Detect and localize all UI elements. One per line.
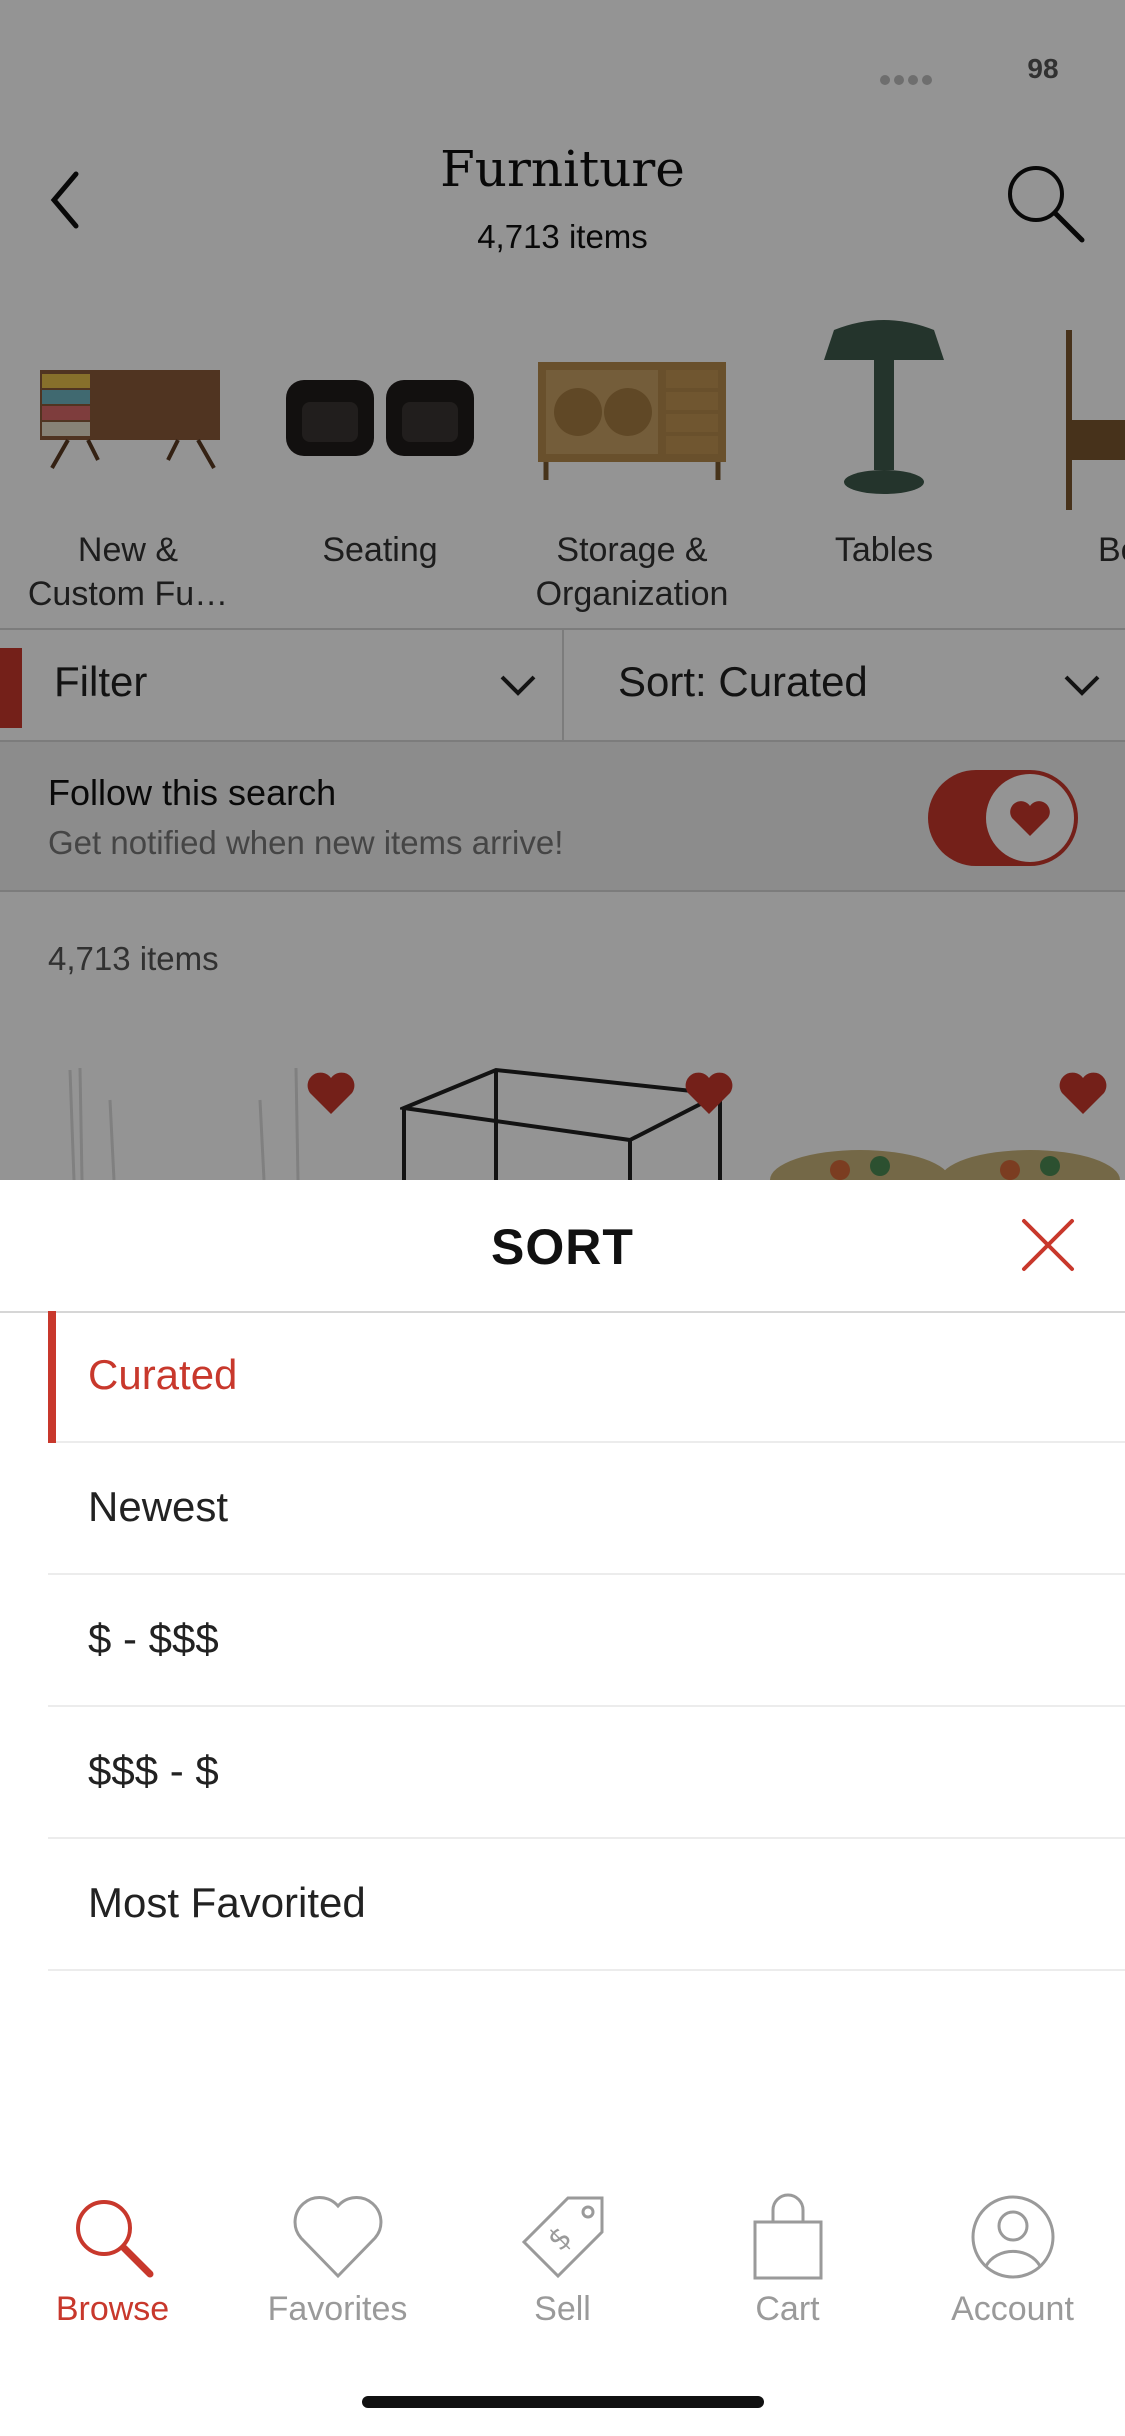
sort-option-label: Curated — [88, 1351, 238, 1398]
tab-label: Sell — [534, 2290, 591, 2328]
sort-option-label: Most Favorited — [88, 1879, 366, 1926]
sort-option-curated[interactable]: Curated — [48, 1311, 1125, 1443]
close-icon[interactable] — [1018, 1215, 1078, 1275]
tab-label: Cart — [755, 2290, 820, 2328]
sort-sheet-title: SORT — [491, 1219, 634, 1275]
price-tag-icon: $ — [521, 2196, 604, 2279]
sort-option-label: $$$ - $ — [88, 1747, 219, 1794]
sort-option-price-low-high[interactable]: $ - $$$ — [48, 1575, 1125, 1707]
bottom-tab-bar: Browse Favorites $ Sell Cart Account — [0, 2180, 1125, 2340]
sort-option-newest[interactable]: Newest — [48, 1443, 1125, 1575]
selected-indicator — [48, 1311, 56, 1443]
sort-option-label: Newest — [88, 1483, 229, 1530]
sort-option-label: $ - $$$ — [88, 1615, 219, 1662]
account-icon — [971, 2195, 1055, 2279]
tab-label: Browse — [55, 2290, 170, 2328]
background-screen: 2:21 98 Furniture 4,713 items New & Cust… — [0, 0, 1125, 1180]
tab-account[interactable]: Account — [900, 2180, 1125, 2340]
tab-cart[interactable]: Cart — [675, 2180, 900, 2340]
modal-overlay[interactable] — [0, 0, 1125, 1180]
search-icon — [76, 2200, 154, 2278]
tab-browse[interactable]: Browse — [0, 2180, 225, 2340]
tab-label: Favorites — [267, 2290, 408, 2328]
tab-label: Account — [951, 2290, 1074, 2328]
tab-favorites[interactable]: Favorites — [225, 2180, 450, 2340]
tab-sell[interactable]: $ Sell — [450, 2180, 675, 2340]
heart-icon — [293, 2196, 383, 2279]
home-indicator — [362, 2396, 764, 2408]
shopping-bag-icon — [753, 2193, 823, 2280]
sort-option-price-high-low[interactable]: $$$ - $ — [48, 1707, 1125, 1839]
sort-option-most-favorited[interactable]: Most Favorited — [48, 1839, 1125, 1971]
svg-text:$: $ — [541, 2220, 579, 2258]
